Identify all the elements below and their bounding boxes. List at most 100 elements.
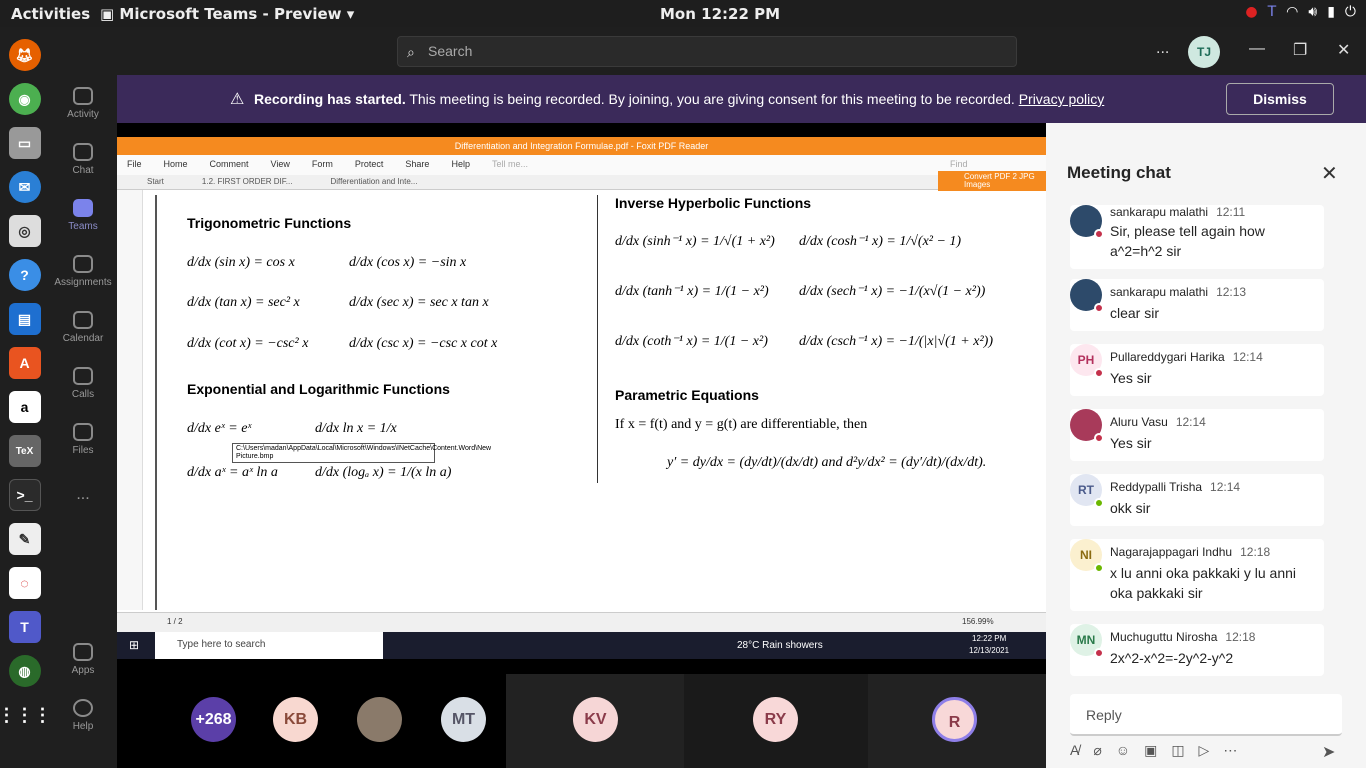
sender-name: Reddypalli Trisha <box>1110 480 1203 494</box>
banner-bold: Recording has started. <box>254 91 406 107</box>
chat-title: Meeting chat <box>1067 163 1171 182</box>
nav-teams[interactable]: Teams <box>49 187 117 243</box>
message-body: x lu anni oka pakkaki y lu anni oka pakk… <box>1110 565 1296 601</box>
pdf-tab[interactable]: Differentiation and Inte... <box>330 177 417 189</box>
software-icon[interactable]: A <box>8 347 41 379</box>
nav-label: Teams <box>68 220 98 232</box>
formula: d/dx (sec x) = sec x tan x <box>349 295 489 310</box>
formula: d/dx (sin x) = cos x <box>187 255 295 270</box>
chat-icon <box>73 142 93 161</box>
attach-icon[interactable]: ⌀ <box>1093 742 1101 762</box>
overflow-participants[interactable]: +268 <box>191 697 236 742</box>
meet-icon[interactable]: ▷ <box>1199 742 1210 762</box>
browser-icon[interactable]: ◍ <box>8 655 41 687</box>
minimize-icon[interactable]: — <box>1249 40 1265 58</box>
pdf-menu-file[interactable]: File <box>127 159 142 175</box>
reply-input[interactable]: Reply <box>1070 694 1342 736</box>
participant-tile: R <box>868 674 1046 768</box>
participant-avatar[interactable]: KB <box>273 697 318 742</box>
nav-assignments[interactable]: Assignments <box>49 243 117 299</box>
pdf-menu-protect[interactable]: Protect <box>355 159 384 175</box>
meeting-chat-panel: Meeting chat ✕ sankarapu malathi 12:11 Si… <box>1046 123 1366 768</box>
nav-calendar[interactable]: Calendar <box>49 299 117 355</box>
more-options-icon[interactable]: ... <box>1156 40 1169 58</box>
pdf-menu-home[interactable]: Home <box>164 159 188 175</box>
formula: d/dx (logₐ x) = 1/(x ln a) <box>315 465 452 480</box>
formula: d/dx ln x = 1/x <box>315 421 397 436</box>
formula: d/dx (coth⁻¹ x) = 1/(1 − x²) <box>615 334 768 349</box>
formula: d/dx (csch⁻¹ x) = −1/(|x|√(1 + x²)) <box>799 334 993 349</box>
text-editor-icon[interactable]: ✎ <box>8 523 41 555</box>
convert-banner[interactable]: Convert PDF 2 JPG Images <box>938 171 1046 191</box>
pdf-menu: File Home Comment View Form Protect Shar… <box>117 155 1046 191</box>
dismiss-button[interactable]: Dismiss <box>1226 83 1334 115</box>
app-menu[interactable]: ▣ Microsoft Teams - Preview ▾ <box>100 5 354 23</box>
rhythmbox-icon[interactable]: ◎ <box>8 215 41 247</box>
pdf-menu-share[interactable]: Share <box>405 159 429 175</box>
close-chat-icon[interactable]: ✕ <box>1321 161 1338 186</box>
weather: 28°C Rain showers <box>737 640 823 651</box>
participant-avatar-photo[interactable] <box>357 697 402 742</box>
pdf-menu-form[interactable]: Form <box>312 159 333 175</box>
dock: 🦊︎ ◉ ▭ ✉ ◎ ? ▤ A a TeX >_ ✎ ◌ T ◍ ⋮⋮⋮ <box>0 27 52 768</box>
search-input[interactable]: ⌕ Search <box>397 36 1017 67</box>
pdf-menu-view[interactable]: View <box>271 159 290 175</box>
participant-avatar[interactable]: RY <box>753 697 798 742</box>
privacy-policy-link[interactable]: Privacy policy <box>1019 91 1105 107</box>
sender-name: sankarapu malathi <box>1110 205 1209 219</box>
remote-date: 12/13/2021 <box>969 646 1010 655</box>
participant-avatar[interactable]: MT <box>441 697 486 742</box>
pdf-tab[interactable]: Start <box>147 177 164 189</box>
close-window-icon[interactable]: ✕ <box>1337 40 1350 60</box>
nav-chat[interactable]: Chat <box>49 131 117 187</box>
participant-avatar[interactable]: KV <box>573 697 618 742</box>
texmaker-icon[interactable]: TeX <box>8 435 41 467</box>
nav-apps[interactable]: Apps <box>49 631 117 687</box>
status-dot <box>1094 368 1104 378</box>
pdf-menu-help[interactable]: Help <box>451 159 470 175</box>
teams-dock-icon[interactable]: T <box>8 611 41 643</box>
pdf-tell-me[interactable]: Tell me... <box>492 159 528 175</box>
chrome-icon[interactable]: ◉ <box>8 83 41 115</box>
firefox-icon[interactable]: 🦊︎ <box>8 39 41 71</box>
more-actions-icon[interactable]: ⋯ <box>1223 742 1237 762</box>
status-dot <box>1094 229 1104 239</box>
emoji-icon[interactable]: ☺ <box>1116 742 1130 762</box>
status-dot <box>1094 648 1104 658</box>
message-time: 12:14 <box>1232 350 1263 364</box>
activities-button[interactable]: Activities <box>11 5 90 23</box>
speaking-participant-avatar[interactable]: R <box>932 697 977 742</box>
terminal-icon[interactable]: >_ <box>8 479 41 511</box>
message-body: Yes sir <box>1110 435 1152 451</box>
nav-more[interactable]: ... <box>49 467 117 523</box>
pdf-tab[interactable]: 1.2. FIRST ORDER DIF... <box>202 177 293 189</box>
nav-activity[interactable]: Activity <box>49 75 117 131</box>
amazon-icon[interactable]: a <box>8 391 41 423</box>
message-header: sankarapu malathi 12:11 <box>1110 205 1245 219</box>
sticker-icon[interactable]: ◫ <box>1171 742 1184 762</box>
nav-help[interactable]: Help <box>49 687 117 743</box>
show-apps-icon[interactable]: ⋮⋮⋮ <box>0 699 52 731</box>
nav-files[interactable]: Files <box>49 411 117 467</box>
format-icon[interactable]: A̸ <box>1070 742 1079 762</box>
page-indicator[interactable]: 1 / 2 <box>167 617 183 626</box>
files-icon[interactable]: ▭ <box>8 127 41 159</box>
writer-icon[interactable]: ▤ <box>8 303 41 335</box>
teams-icon <box>73 198 93 217</box>
system-tray[interactable]: ● T ◠ 🔊︎ ▮ ⏻ <box>1245 4 1356 20</box>
help-app-icon[interactable]: ? <box>8 259 41 291</box>
zoom-level[interactable]: 156.99% <box>962 617 994 626</box>
param-text: If x = f(t) and y = g(t) are differentia… <box>615 417 868 432</box>
thunderbird-icon[interactable]: ✉ <box>8 171 41 203</box>
send-icon[interactable]: ➤ <box>1322 742 1335 762</box>
nav-label: Apps <box>71 664 95 676</box>
formula: d/dx (csc x) = −csc x cot x <box>349 336 498 351</box>
clock[interactable]: Mon 12:22 PM <box>660 5 780 23</box>
nav-calls[interactable]: Calls <box>49 355 117 411</box>
nav-label: Activity <box>67 108 99 120</box>
user-avatar[interactable]: TJ <box>1188 36 1220 68</box>
maximize-icon[interactable]: ❐ <box>1293 40 1307 60</box>
pdf-menu-comment[interactable]: Comment <box>210 159 249 175</box>
screenshot-icon[interactable]: ◌ <box>8 567 41 599</box>
gif-icon[interactable]: ▣ <box>1144 742 1157 762</box>
